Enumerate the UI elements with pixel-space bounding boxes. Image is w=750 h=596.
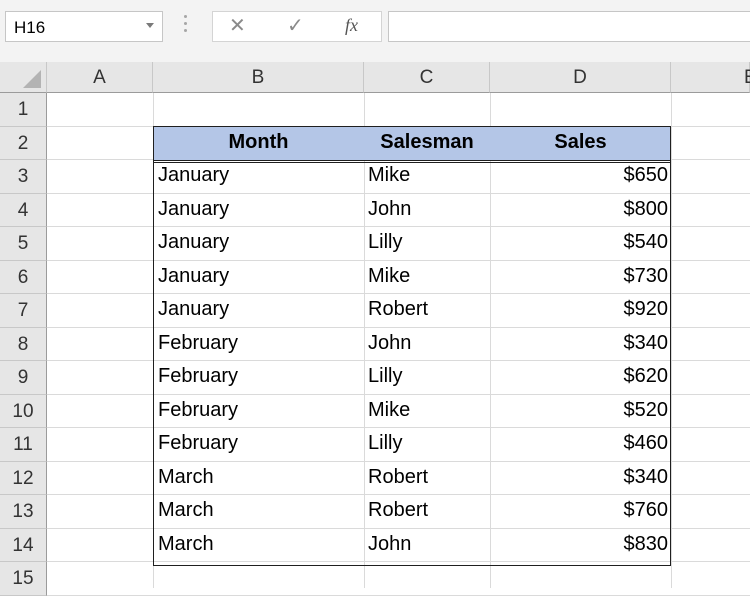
- cell-salesman[interactable]: Lilly: [368, 231, 402, 254]
- column-header-c[interactable]: C: [364, 62, 490, 93]
- cell-salesman[interactable]: Lilly: [368, 365, 402, 388]
- cell-salesman[interactable]: Robert: [368, 466, 428, 489]
- chevron-down-icon[interactable]: [146, 23, 154, 28]
- cell-sales[interactable]: $650: [490, 164, 669, 187]
- cell-salesman[interactable]: John: [368, 332, 411, 355]
- row-header-3[interactable]: 3: [0, 160, 47, 194]
- cell-sales[interactable]: $920: [490, 298, 669, 321]
- table-header-sales[interactable]: Sales: [490, 131, 671, 154]
- insert-function-icon[interactable]: fx: [345, 15, 358, 36]
- column-header-b[interactable]: B: [153, 62, 364, 93]
- row-header-13[interactable]: 13: [0, 495, 47, 529]
- cell-salesman[interactable]: Mike: [368, 399, 410, 422]
- table-header-salesman[interactable]: Salesman: [364, 131, 490, 154]
- cell-sales[interactable]: $830: [490, 533, 669, 556]
- cell-sales[interactable]: $760: [490, 499, 669, 522]
- table-header-month[interactable]: Month: [153, 131, 364, 154]
- enter-icon[interactable]: ✓: [287, 13, 304, 38]
- cell-salesman[interactable]: Mike: [368, 265, 410, 288]
- row-header-2[interactable]: 2: [0, 126, 47, 160]
- cell-month[interactable]: January: [158, 231, 229, 254]
- cell-month[interactable]: January: [158, 265, 229, 288]
- cell-sales[interactable]: $620: [490, 365, 669, 388]
- cell-month[interactable]: February: [158, 399, 238, 422]
- row-header-12[interactable]: 12: [0, 461, 47, 495]
- cell-salesman[interactable]: John: [368, 198, 411, 221]
- cell-sales[interactable]: $800: [490, 198, 669, 221]
- cell-month[interactable]: March: [158, 533, 214, 556]
- cell-month[interactable]: March: [158, 499, 214, 522]
- row-header-8[interactable]: 8: [0, 327, 47, 361]
- name-box-value: H16: [14, 18, 46, 37]
- cell-salesman[interactable]: Robert: [368, 499, 428, 522]
- cell-sales[interactable]: $540: [490, 231, 669, 254]
- formula-bar-area: H16 ✕ ✓ fx: [0, 0, 750, 62]
- cell-month[interactable]: February: [158, 365, 238, 388]
- cell-month[interactable]: February: [158, 332, 238, 355]
- cell-salesman[interactable]: Robert: [368, 298, 428, 321]
- row-header-5[interactable]: 5: [0, 227, 47, 261]
- cell-salesman[interactable]: John: [368, 533, 411, 556]
- cell-month[interactable]: February: [158, 432, 238, 455]
- column-gridline: [671, 93, 672, 588]
- cell-sales[interactable]: $340: [490, 332, 669, 355]
- cell-sales[interactable]: $730: [490, 265, 669, 288]
- cell-salesman[interactable]: Lilly: [368, 432, 402, 455]
- row-header-10[interactable]: 10: [0, 394, 47, 428]
- row-header-11[interactable]: 11: [0, 428, 47, 462]
- row-header-14[interactable]: 14: [0, 528, 47, 562]
- row-header-15[interactable]: 15: [0, 562, 47, 596]
- row-header-4[interactable]: 4: [0, 193, 47, 227]
- cell-sales[interactable]: $520: [490, 399, 669, 422]
- cell-month[interactable]: January: [158, 298, 229, 321]
- cell-month[interactable]: January: [158, 164, 229, 187]
- select-all-button[interactable]: [0, 62, 47, 93]
- column-header-e[interactable]: E: [671, 62, 750, 93]
- cell-sales[interactable]: $460: [490, 432, 669, 455]
- drag-handle-icon[interactable]: [184, 15, 187, 37]
- select-all-icon: [23, 70, 41, 88]
- row-header-7[interactable]: 7: [0, 294, 47, 328]
- row-header-6[interactable]: 6: [0, 260, 47, 294]
- cell-month[interactable]: March: [158, 466, 214, 489]
- column-header-d[interactable]: D: [490, 62, 671, 93]
- formula-input[interactable]: [388, 11, 750, 42]
- cell-month[interactable]: January: [158, 198, 229, 221]
- cell-salesman[interactable]: Mike: [368, 164, 410, 187]
- column-header-a[interactable]: A: [47, 62, 153, 93]
- name-box[interactable]: H16: [5, 11, 163, 42]
- row-header-1[interactable]: 1: [0, 93, 47, 127]
- cell-sales[interactable]: $340: [490, 466, 669, 489]
- row-header-9[interactable]: 9: [0, 361, 47, 395]
- cancel-icon[interactable]: ✕: [229, 13, 246, 38]
